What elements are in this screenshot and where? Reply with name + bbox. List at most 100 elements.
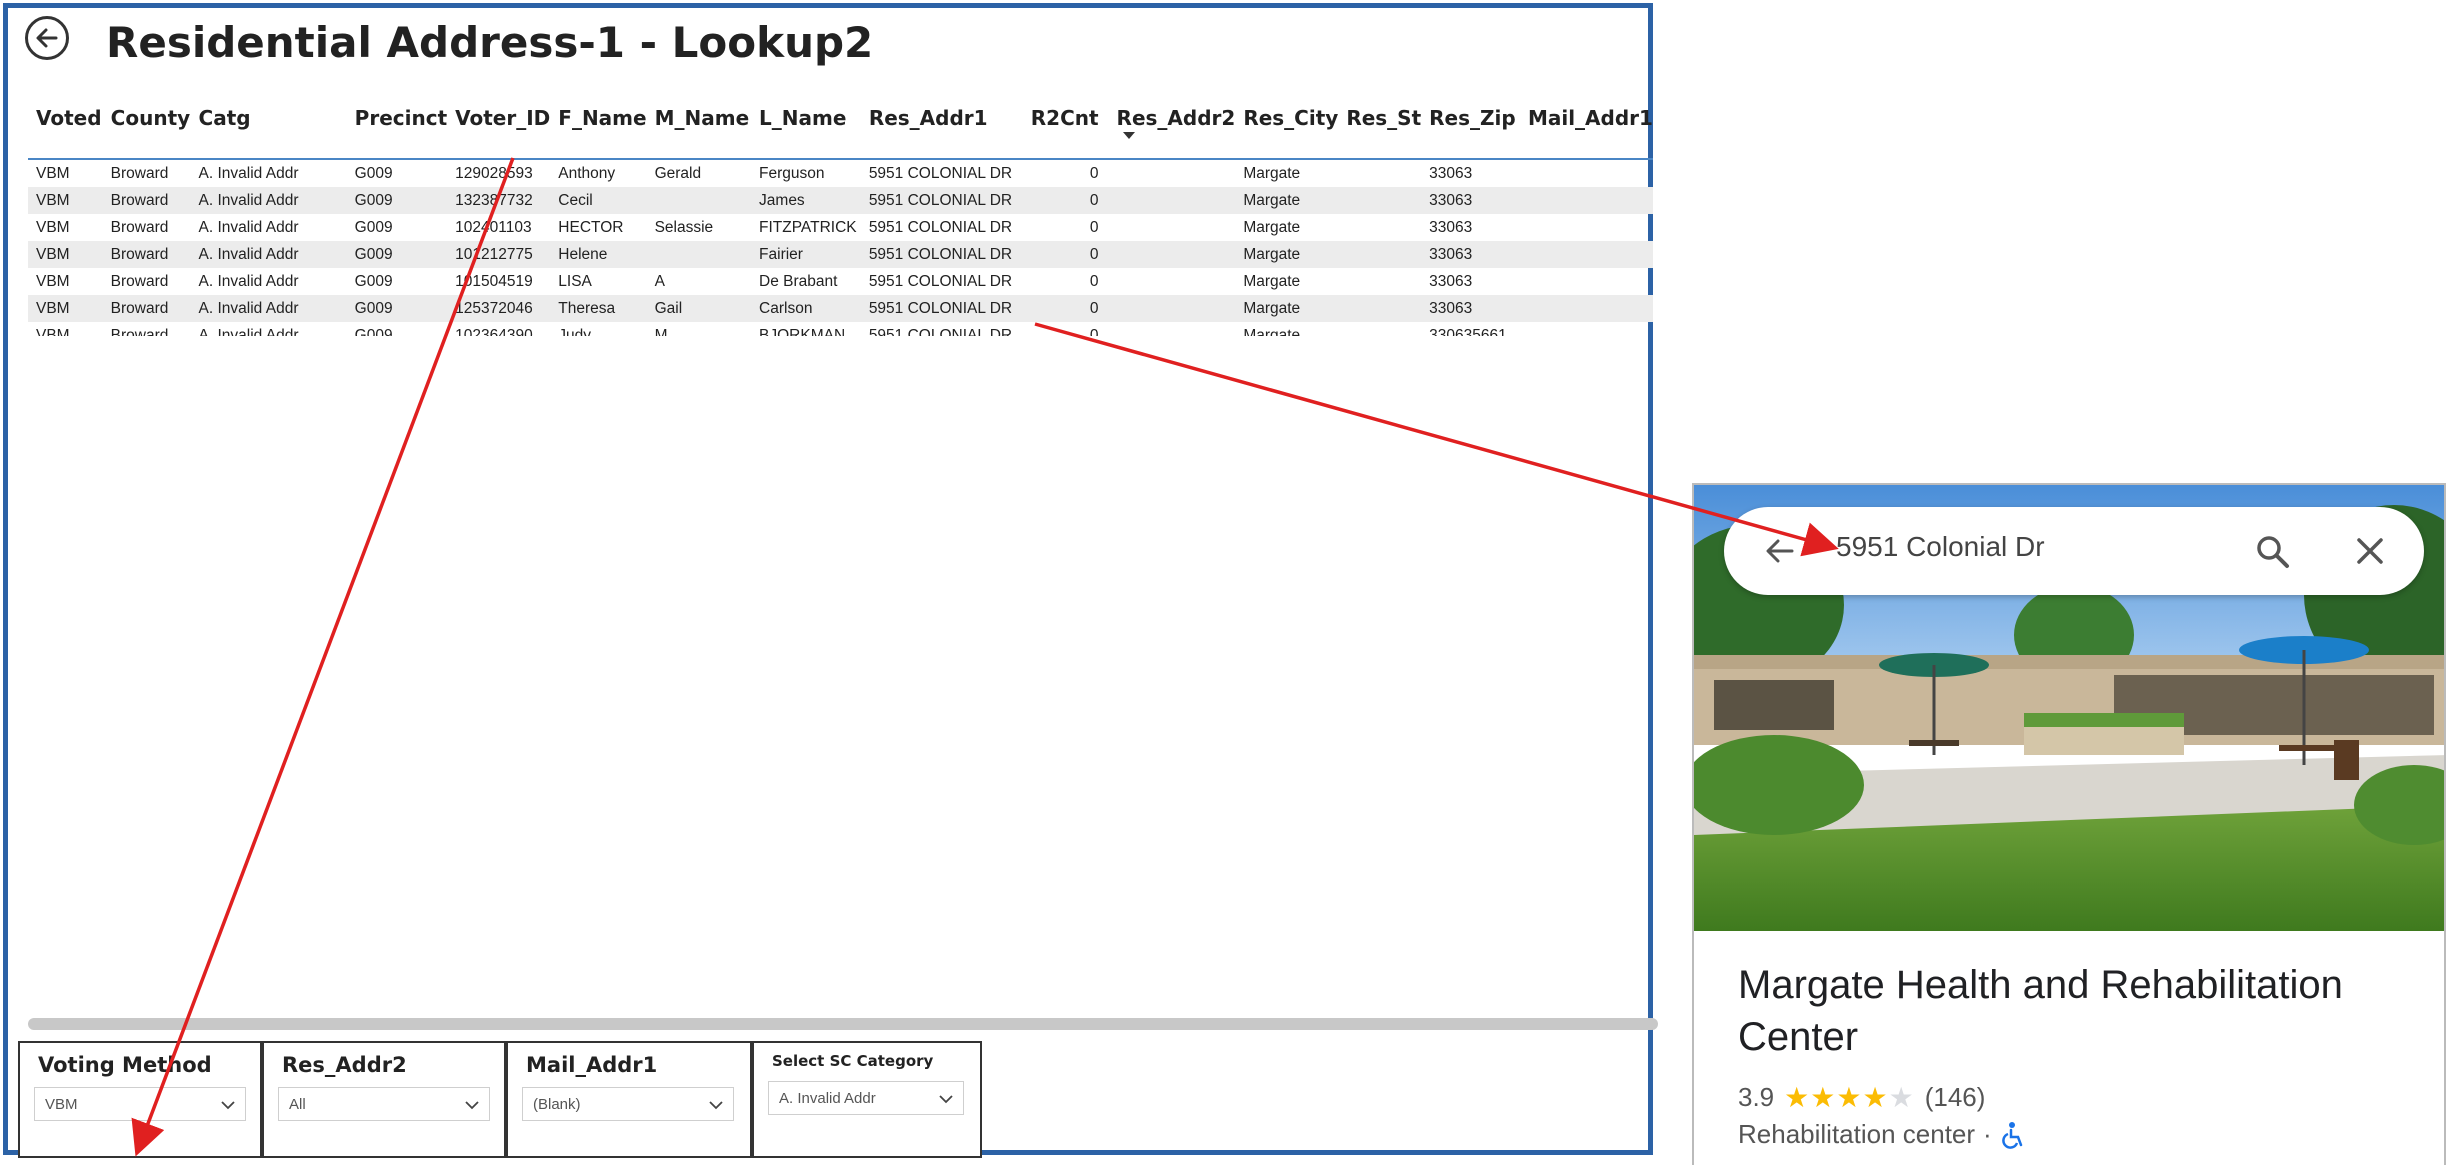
cell-voted: VBM (28, 187, 103, 214)
mail-addr1-dropdown[interactable]: (Blank) (522, 1087, 734, 1121)
cell-voter-id: 132387732 (447, 187, 551, 214)
column-header-county[interactable]: County (103, 96, 191, 159)
cell-m-name: A (654, 272, 665, 290)
dropdown-value: VBM (45, 1095, 78, 1113)
cell-res-zip: 330635661 (1429, 326, 1507, 337)
cell-res-st (1338, 322, 1421, 336)
cell-res-st (1338, 241, 1422, 268)
sort-descending-icon (1122, 132, 1135, 139)
slicer-mail-addr1: Mail_Addr1 (Blank) (506, 1041, 752, 1158)
cell-voted: VBM (28, 295, 103, 322)
cell-res-addr1: 5951 COLONIAL DR (868, 326, 1013, 337)
cell-r2cnt: 0 (1089, 164, 1099, 182)
cell-precinct: G009 (354, 164, 393, 182)
cell-mail-addr1 (1520, 268, 1653, 295)
star-icon: ★ (1888, 1082, 1914, 1113)
cell-res-addr1: 5951 COLONIAL DR (860, 295, 1023, 322)
cell-county: Broward (110, 326, 169, 337)
cell-voter-id: 125372046 (447, 295, 551, 322)
column-header-r2cnt[interactable]: R2Cnt (1023, 96, 1109, 159)
cell-r2cnt: 0 (1089, 218, 1099, 236)
res-addr2-dropdown[interactable]: All (278, 1087, 490, 1121)
cell-res-zip: 33063 (1429, 272, 1473, 290)
cell-voted: VBM (36, 272, 70, 290)
column-header-m-name[interactable]: M_Name (647, 96, 751, 159)
cell-res-st (1338, 187, 1422, 214)
cell-f-name: Theresa (550, 295, 647, 322)
page-title: Residential Address-1 - Lookup2 (106, 18, 874, 67)
back-button[interactable] (25, 16, 69, 60)
close-icon[interactable] (2352, 533, 2388, 569)
slicer-sc-category: Select SC Category A. Invalid Addr (752, 1041, 982, 1158)
search-icon[interactable] (2254, 533, 2292, 571)
cell-mail-addr1 (1519, 241, 1653, 268)
voting-method-dropdown[interactable]: VBM (34, 1087, 246, 1121)
dropdown-value: All (289, 1095, 306, 1113)
column-header-voted[interactable]: Voted (28, 96, 103, 159)
cell-m-name: Gerald (654, 164, 702, 182)
rating-stars: ★★★★★ (1784, 1081, 1915, 1114)
cell-county: Broward (102, 187, 191, 214)
cell-res-st (1338, 295, 1422, 322)
cell-res-addr2 (1109, 322, 1236, 336)
table-header-row: Voted County Catg Precinct Voter_ID F_Na… (28, 96, 1653, 159)
cell-r2cnt: 0 (1022, 295, 1109, 322)
table-row[interactable]: VBM Broward A. Invalid Addr G009 102364390 Ju… (28, 322, 1653, 337)
table-row[interactable]: VBM Broward A. Invalid Addr G009 101504519 LI… (28, 268, 1653, 295)
table-row[interactable]: VBM Broward A. Invalid Addr G009 125372046 Th… (28, 295, 1653, 322)
column-header-mail-addr1[interactable]: Mail_Addr1 (1520, 96, 1653, 159)
dropdown-value: (Blank) (533, 1095, 581, 1113)
cell-res-zip: 33063 (1421, 295, 1520, 322)
table-row[interactable]: VBM Broward A. Invalid Addr G009 132387732 Ce… (28, 187, 1653, 214)
cell-catg: A. Invalid Addr (190, 187, 347, 214)
column-header-catg[interactable]: Catg (191, 96, 347, 159)
cell-r2cnt: 0 (1089, 272, 1099, 290)
cell-catg: A. Invalid Addr (190, 241, 347, 268)
sc-category-dropdown[interactable]: A. Invalid Addr (768, 1081, 964, 1115)
cell-res-addr2 (1108, 295, 1236, 322)
back-arrow-icon[interactable] (1762, 533, 1798, 569)
cell-res-st (1338, 268, 1421, 295)
cell-voted: VBM (36, 218, 70, 236)
table-row[interactable]: VBM Broward A. Invalid Addr G009 102401103 HE… (28, 214, 1653, 241)
cell-res-addr2 (1108, 187, 1236, 214)
place-category[interactable]: Rehabilitation center (1738, 1119, 1975, 1150)
cell-catg: A. Invalid Addr (198, 164, 299, 182)
cell-r2cnt: 0 (1022, 187, 1109, 214)
table-row[interactable]: VBM Broward A. Invalid Addr G009 129028593 An… (28, 159, 1653, 187)
place-name[interactable]: Margate Health and Rehabilitation Center (1738, 959, 2398, 1063)
column-header-f-name[interactable]: F_Name (550, 96, 646, 159)
search-input[interactable]: 5951 Colonial Dr (1836, 531, 2045, 563)
column-header-res-st[interactable]: Res_St (1338, 96, 1421, 159)
slicer-title: Voting Method (38, 1053, 212, 1077)
cell-res-zip: 33063 (1421, 241, 1520, 268)
cell-mail-addr1 (1519, 295, 1653, 322)
cell-county: Broward (102, 295, 191, 322)
cell-voter-id: 101212775 (447, 241, 551, 268)
cell-voter-id: 101504519 (455, 272, 533, 290)
cell-f-name: Anthony (558, 164, 616, 182)
table-row[interactable]: VBM Broward A. Invalid Addr G009 101212775 He… (28, 241, 1653, 268)
cell-mail-addr1 (1519, 187, 1653, 214)
cell-r2cnt: 0 (1089, 326, 1099, 337)
star-icon: ★ (1836, 1082, 1862, 1113)
rating-row[interactable]: 3.9 ★★★★★ (146) (1738, 1081, 1985, 1114)
chevron-down-icon (465, 1101, 479, 1110)
maps-search-bar[interactable]: 5951 Colonial Dr (1724, 507, 2424, 595)
review-count[interactable]: (146) (1925, 1082, 1986, 1113)
column-header-precinct[interactable]: Precinct (347, 96, 447, 159)
column-header-res-addr2[interactable]: Res_Addr2 (1109, 96, 1235, 159)
column-header-res-addr1[interactable]: Res_Addr1 (861, 96, 1023, 159)
cell-m-name (646, 241, 752, 268)
column-header-l-name[interactable]: L_Name (751, 96, 861, 159)
slicer-voting-method: Voting Method VBM (18, 1041, 262, 1158)
column-header-voter-id[interactable]: Voter_ID (447, 96, 550, 159)
column-header-res-city[interactable]: Res_City (1235, 96, 1338, 159)
cell-res-city: Margate (1243, 164, 1301, 182)
horizontal-scrollbar[interactable] (28, 1018, 1658, 1030)
cell-m-name: Selassie (654, 218, 714, 236)
cell-precinct: G009 (346, 295, 448, 322)
column-header-res-zip[interactable]: Res_Zip (1421, 96, 1520, 159)
cell-res-st (1338, 214, 1421, 241)
cell-res-city: Margate (1235, 241, 1339, 268)
